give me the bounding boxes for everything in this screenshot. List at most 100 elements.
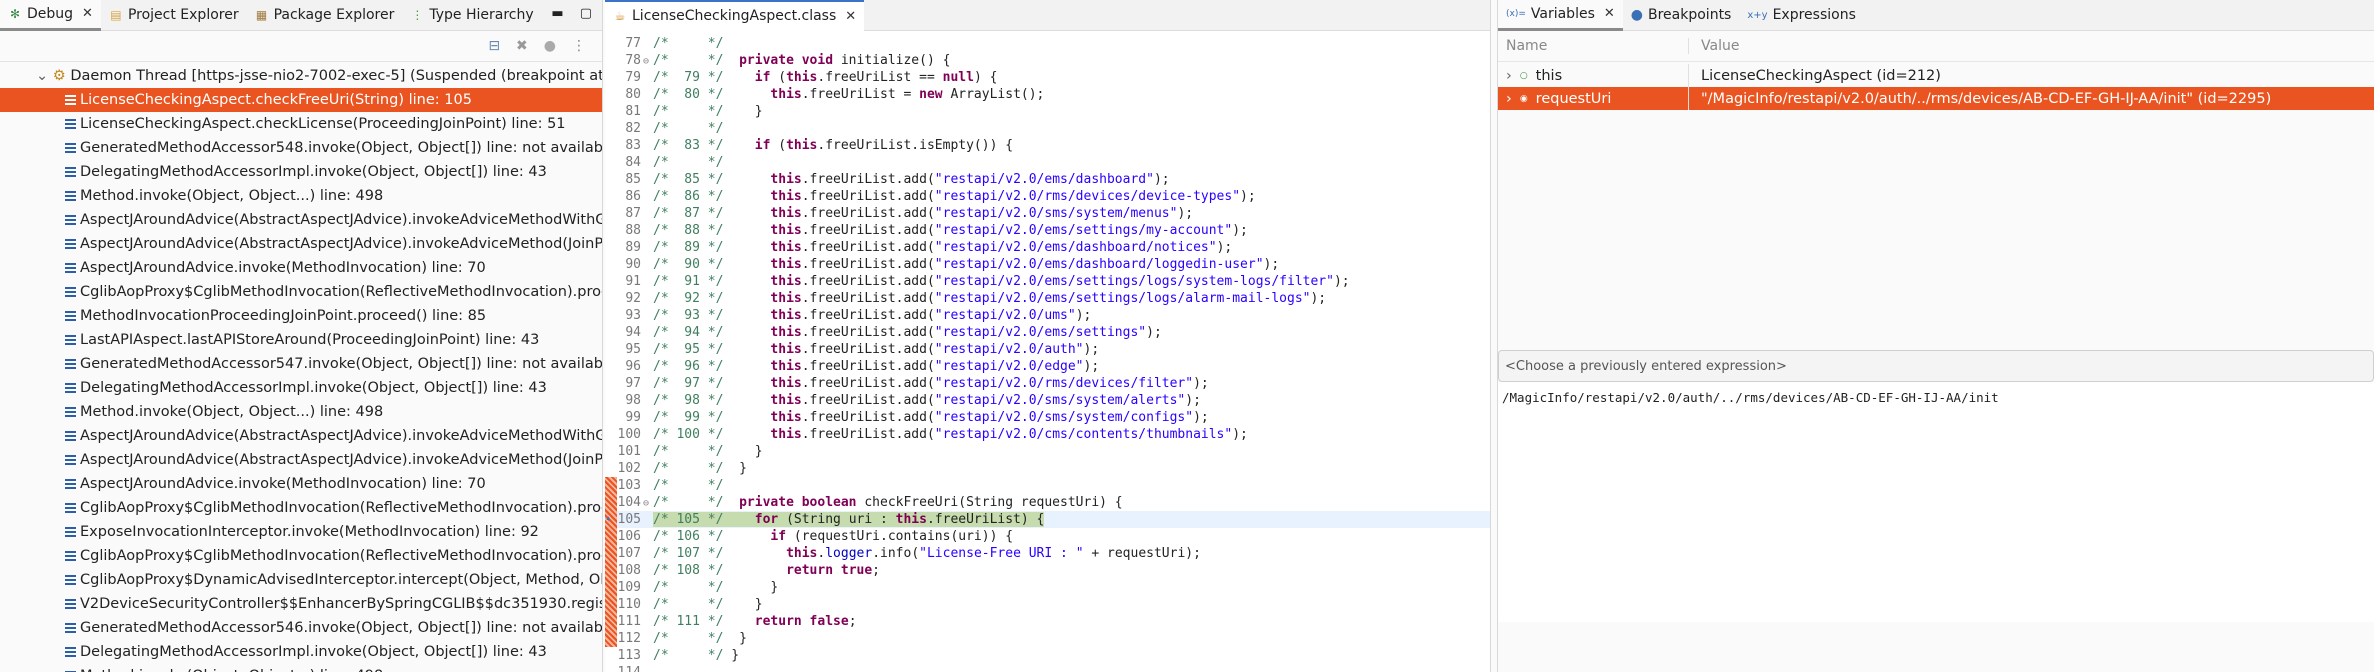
stack-frame-row[interactable]: AspectJAroundAdvice(AbstractAspectJAdvic…	[0, 448, 602, 472]
debug-tree: ⌄ ⚙ Daemon Thread [https-jsse-nio2-7002-…	[0, 62, 602, 672]
collapse-all-icon[interactable]: ⊟	[488, 38, 500, 54]
column-value[interactable]: Value	[1688, 38, 1739, 54]
stack-frame-row[interactable]: CglibAopProxy$CglibMethodInvocation(Refl…	[0, 280, 602, 304]
stack-frame-row[interactable]: Method.invoke(Object, Object...) line: 4…	[0, 400, 602, 424]
breakpoint-marker[interactable]	[605, 579, 617, 596]
stack-frame-icon	[65, 575, 76, 585]
tab-breakpoints[interactable]: ● Breakpoints	[1623, 0, 1740, 31]
code-area[interactable]: 77/* */78 ⊖/* */ private void initialize(…	[605, 31, 1490, 672]
stack-frame-icon	[65, 215, 76, 225]
fold-icon[interactable]: ⊖	[643, 495, 653, 512]
stack-frame-row[interactable]: AspectJAroundAdvice(AbstractAspectJAdvic…	[0, 232, 602, 256]
code-token-p: );	[1216, 240, 1233, 255]
breakpoint-marker[interactable]	[605, 494, 617, 511]
close-icon[interactable]: ✕	[1604, 6, 1615, 21]
tab-project-explorer[interactable]: ▤ Project Explorer	[101, 0, 247, 31]
stack-frame-row[interactable]: LicenseCheckingAspect.checkLicense(Proce…	[0, 112, 602, 136]
breakpoint-marker[interactable]	[605, 477, 617, 494]
close-icon[interactable]: ✕	[82, 6, 93, 21]
expression-combo[interactable]: <Choose a previously entered expression>	[1498, 350, 2374, 382]
stack-frame-row[interactable]: GeneratedMethodAccessor547.invoke(Object…	[0, 352, 602, 376]
stack-frame-label: GeneratedMethodAccessor547.invoke(Object…	[80, 356, 603, 372]
minimize-icon[interactable]: ▬	[551, 6, 563, 21]
stack-frame-row[interactable]: GeneratedMethodAccessor548.invoke(Object…	[0, 136, 602, 160]
view-menu-icon[interactable]: ⋮	[572, 38, 586, 54]
code-line: 77 /* */	[605, 35, 1490, 52]
code-token-p: .freeUriList.add(	[801, 376, 935, 391]
code-token-p	[723, 359, 770, 374]
tab-debug[interactable]: ✻ Debug ✕	[0, 0, 101, 31]
code-line: 95 /* 95 */ this.freeUriList.add("restapi…	[605, 341, 1490, 358]
code-token-p	[723, 393, 770, 408]
code-token-p	[723, 308, 770, 323]
line-number: 83	[625, 138, 641, 153]
breakpoint-marker[interactable]	[605, 613, 617, 630]
stack-frame-row[interactable]: MethodInvocationProceedingJoinPoint.proc…	[0, 304, 602, 328]
maximize-icon[interactable]: ▢	[580, 6, 592, 21]
stack-frame-label: LicenseCheckingAspect.checkFreeUri(Strin…	[80, 92, 472, 108]
tab-license-checking-aspect[interactable]: ☕ LicenseCheckingAspect.class ✕	[605, 0, 865, 31]
stack-frame-row[interactable]: ExposeInvocationInterceptor.invoke(Metho…	[0, 520, 602, 544]
code-token-kw: this	[770, 257, 802, 272]
code-line: 86 /* 86 */ this.freeUriList.add("restapi…	[605, 188, 1490, 205]
code-token-p: );	[1232, 427, 1248, 442]
variable-row-requestUri[interactable]: › ◉ requestUri "/MagicInfo/restapi/v2.0/au…	[1498, 87, 2374, 110]
stack-frame-row[interactable]: AspectJAroundAdvice(AbstractAspectJAdvic…	[0, 424, 602, 448]
stack-frame-row[interactable]: DelegatingMethodAccessorImpl.invoke(Obje…	[0, 640, 602, 664]
stack-frame-row[interactable]: AspectJAroundAdvice.invoke(MethodInvocat…	[0, 472, 602, 496]
expression-result: /MagicInfo/restapi/v2.0/auth/../rms/devi…	[1502, 390, 1999, 405]
bug-icon: ✻	[9, 6, 21, 21]
stack-frame-row[interactable]: DelegatingMethodAccessorImpl.invoke(Obje…	[0, 160, 602, 184]
stack-frame-row[interactable]: CglibAopProxy$CglibMethodInvocation(Refl…	[0, 544, 602, 568]
stack-frame-row[interactable]: Method.invoke(Object, Object...) line: 4…	[0, 184, 602, 208]
breakpoint-marker[interactable]	[605, 562, 617, 579]
stack-frame-row[interactable]: DelegatingMethodAccessorImpl.invoke(Obje…	[0, 376, 602, 400]
stack-frame-row[interactable]: LicenseCheckingAspect.checkFreeUri(Strin…	[0, 88, 602, 112]
line-comment: /* 106 */	[653, 529, 724, 544]
remove-terminated-icon[interactable]: ✖	[516, 38, 528, 54]
stack-frame-label: CglibAopProxy$DynamicAdvisedInterceptor.…	[80, 572, 603, 588]
code-line: 85 /* 85 */ this.freeUriList.add("restapi…	[605, 171, 1490, 188]
stack-frame-row[interactable]: V2DeviceSecurityController$$EnhancerBySp…	[0, 592, 602, 616]
expression-detail-pane[interactable]: /MagicInfo/restapi/v2.0/auth/../rms/devi…	[1498, 382, 2374, 622]
line-number: 96	[625, 359, 641, 374]
tab-variables[interactable]: (x)= Variables ✕	[1498, 0, 1623, 31]
code-token-p: .freeUriList ==	[817, 70, 943, 85]
column-name[interactable]: Name	[1498, 38, 1688, 54]
line-number: 89	[625, 240, 641, 255]
stack-frame-row[interactable]: AspectJAroundAdvice(AbstractAspectJAdvic…	[0, 208, 602, 232]
line-comment: /* */	[653, 104, 724, 119]
breakpoint-marker[interactable]	[605, 630, 617, 647]
breakpoint-marker[interactable]	[605, 596, 617, 613]
stack-frame-row[interactable]: GeneratedMethodAccessor546.invoke(Object…	[0, 616, 602, 640]
thread-row[interactable]: ⌄ ⚙ Daemon Thread [https-jsse-nio2-7002-…	[0, 64, 602, 88]
tab-type-hierarchy[interactable]: ⋮ Type Hierarchy	[402, 0, 541, 31]
stack-frame-row[interactable]: AspectJAroundAdvice.invoke(MethodInvocat…	[0, 256, 602, 280]
stack-frame-row[interactable]: Method.invoke(Object, Object...) line: 4…	[0, 664, 602, 672]
code-token-kw: this	[770, 308, 802, 323]
tab-package-explorer[interactable]: ▦ Package Explorer	[247, 0, 403, 31]
stack-frame-label: GeneratedMethodAccessor548.invoke(Object…	[80, 140, 603, 156]
chevron-down-icon[interactable]: ⌄	[36, 68, 48, 84]
stack-frame-row[interactable]: CglibAopProxy$DynamicAdvisedInterceptor.…	[0, 568, 602, 592]
debug-options-icon[interactable]: ●	[544, 38, 556, 54]
stack-frame-label: Method.invoke(Object, Object...) line: 4…	[80, 188, 384, 204]
line-comment: /* 94 */	[653, 325, 724, 340]
variable-row-this[interactable]: › ○ this LicenseCheckingAspect (id=212)	[1498, 64, 2374, 87]
code-token-p: .info(	[872, 546, 920, 561]
stack-frame-icon	[65, 551, 76, 561]
chevron-right-icon[interactable]: ›	[1506, 68, 1512, 84]
line-number: 79	[625, 70, 641, 85]
variable-value: "/MagicInfo/restapi/v2.0/auth/../rms/dev…	[1688, 87, 2271, 110]
code-token-p	[723, 342, 770, 357]
stack-frame-row[interactable]: LastAPIAspect.lastAPIStoreAround(Proceed…	[0, 328, 602, 352]
close-icon[interactable]: ✕	[845, 9, 856, 24]
code-token-p	[723, 53, 739, 68]
fold-icon[interactable]: ⊖	[643, 53, 653, 70]
stack-frame-row[interactable]: CglibAopProxy$CglibMethodInvocation(Refl…	[0, 496, 602, 520]
breakpoint-marker[interactable]	[605, 545, 617, 562]
code-line: 96 /* 96 */ this.freeUriList.add("restapi…	[605, 358, 1490, 375]
breakpoint-marker[interactable]	[605, 528, 617, 545]
tab-expressions[interactable]: x+y Expressions	[1739, 0, 1864, 31]
chevron-right-icon[interactable]: ›	[1506, 91, 1512, 107]
